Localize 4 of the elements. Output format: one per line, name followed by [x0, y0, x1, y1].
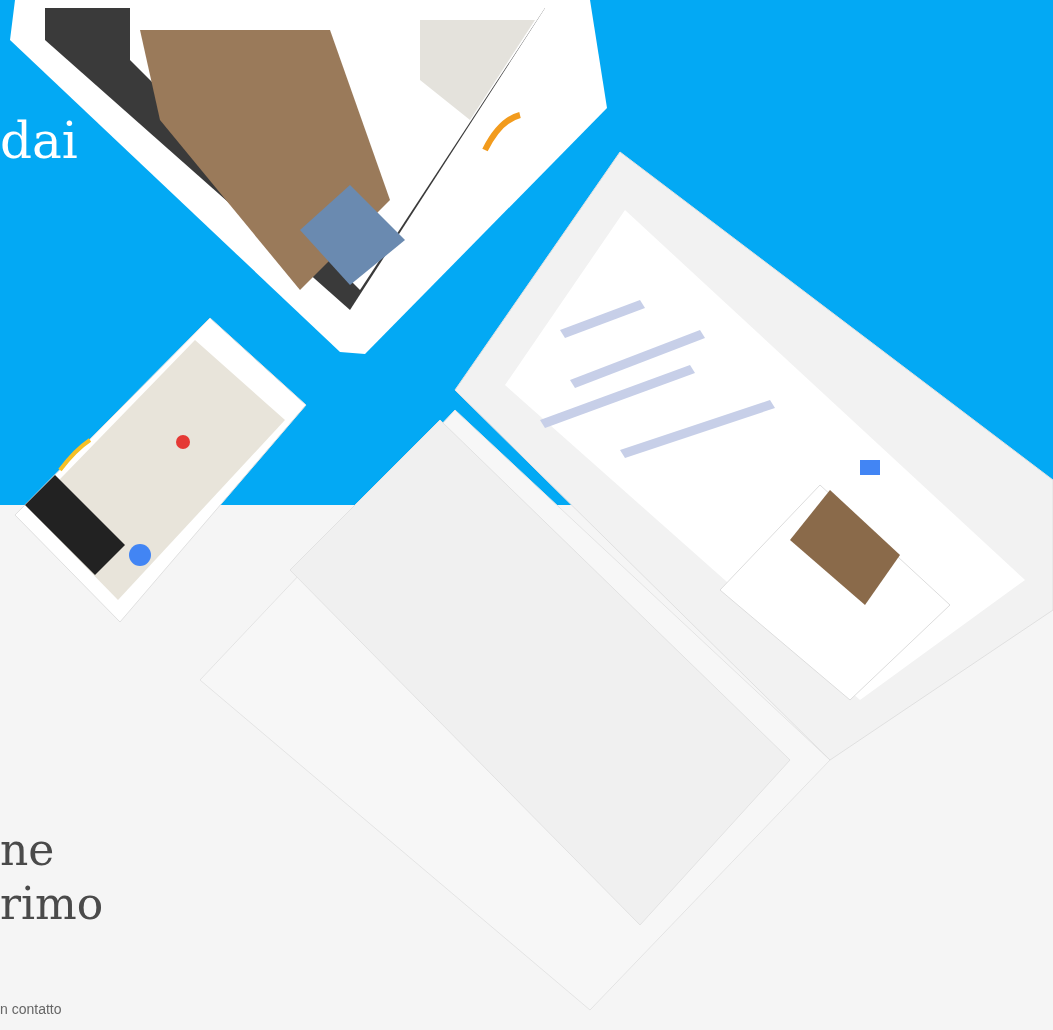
heading-text: dai: [0, 111, 79, 172]
contact-text: n contatto: [0, 1001, 63, 1017]
heading-line: ne: [0, 823, 56, 877]
heading-line: rimo: [0, 877, 105, 931]
